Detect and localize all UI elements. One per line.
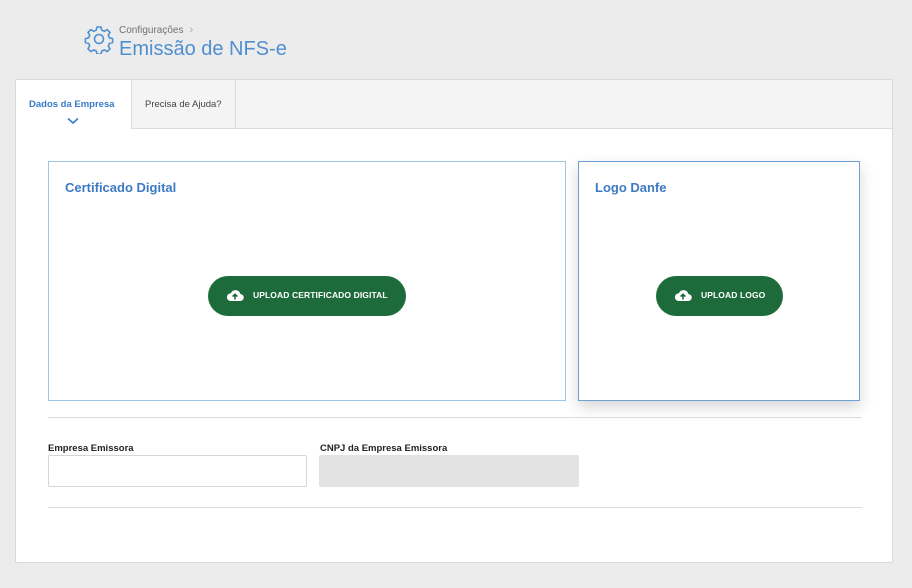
breadcrumb: Configurações › (119, 24, 193, 36)
certificate-panel: Certificado Digital UPLOAD CERTIFICADO D… (48, 161, 566, 401)
breadcrumb-item-configuracoes[interactable]: Configurações (119, 25, 183, 36)
divider (48, 507, 862, 508)
upload-certificate-label: UPLOAD CERTIFICADO DIGITAL (253, 290, 388, 300)
chevron-right-icon: › (189, 24, 194, 36)
logo-panel-title: Logo Danfe (595, 180, 667, 195)
issuer-cnpj-label: CNPJ da Empresa Emissora (320, 443, 448, 454)
issuer-company-label: Empresa Emissora (48, 443, 134, 454)
upload-certificate-button[interactable]: UPLOAD CERTIFICADO DIGITAL (208, 276, 406, 316)
cloud-upload-icon (226, 288, 244, 304)
page-title: Emissão de NFS-e (119, 38, 287, 60)
upload-logo-button[interactable]: UPLOAD LOGO (656, 276, 783, 316)
tab-precisa-de-ajuda[interactable]: Precisa de Ajuda? (132, 80, 236, 128)
gear-icon (84, 24, 114, 55)
upload-logo-label: UPLOAD LOGO (701, 290, 766, 300)
issuer-company-input[interactable] (48, 455, 307, 487)
tab-label: Precisa de Ajuda? (145, 99, 222, 110)
settings-card: Dados da Empresa Precisa de Ajuda? Certi… (15, 79, 893, 563)
logo-panel: Logo Danfe UPLOAD LOGO (578, 161, 860, 401)
issuer-cnpj-input (319, 455, 579, 487)
cloud-upload-icon (674, 288, 692, 304)
divider (48, 417, 862, 418)
tab-label: Dados da Empresa (29, 99, 115, 110)
tab-bar: Dados da Empresa Precisa de Ajuda? (16, 80, 892, 129)
tab-dados-da-empresa[interactable]: Dados da Empresa (16, 80, 132, 129)
chevron-down-icon (67, 117, 79, 128)
certificate-panel-title: Certificado Digital (65, 180, 177, 195)
